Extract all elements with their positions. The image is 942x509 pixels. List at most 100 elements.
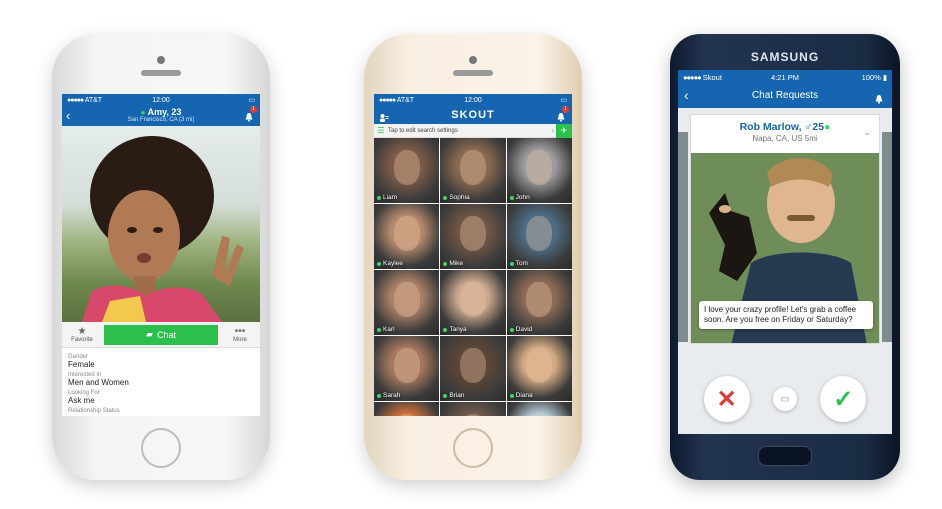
profile-screen: ●●●●● AT&T 12:00 ▭ ‹ ● Amy, 23 San Franc…: [62, 94, 260, 416]
user-tile[interactable]: Kaylee: [374, 204, 440, 269]
user-tile[interactable]: Sarah: [374, 336, 440, 401]
profile-action-bar: ★ Favorite ▰ Chat ••• More: [62, 322, 260, 348]
user-grid: Liam Sophia John Kaylee Mike Tom Karl Tanya Davi…: [374, 138, 572, 416]
speaker: [141, 70, 181, 76]
user-tile[interactable]: Brian: [440, 336, 506, 401]
status-bar: ●●●●● AT&T 12:00 ▭: [374, 94, 572, 106]
notifications-button[interactable]: [874, 91, 884, 104]
message-button[interactable]: ▭: [772, 387, 797, 411]
bell-icon: [875, 95, 883, 104]
info-value-gender: Female: [68, 360, 95, 369]
chevron-right-icon: ›: [551, 126, 554, 135]
sliders-icon: ☰: [377, 126, 385, 135]
user-name: Kaylee: [383, 260, 403, 267]
skout-logo: SKOUT: [451, 109, 495, 121]
user-name: Karl: [383, 326, 395, 333]
profile-location: San Francisco, CA (3 mi): [127, 117, 195, 123]
online-dot: [377, 327, 381, 332]
user-photo: [526, 347, 553, 384]
more-dots-icon: •••: [234, 325, 246, 337]
chevron-down-icon[interactable]: ⌄: [863, 127, 871, 138]
star-icon: ★: [77, 325, 87, 337]
user-tile-name: Diana: [509, 392, 533, 399]
user-tile[interactable]: [374, 402, 440, 416]
user-photo: [526, 413, 553, 416]
profile-info: Gender Female Interested In Men and Wome…: [62, 348, 260, 416]
favorite-button[interactable]: ★ Favorite: [62, 325, 102, 343]
browse-screen: ●●●●● AT&T 12:00 ▭ SKOUT 1 ☰ Tap to edit…: [374, 94, 572, 416]
user-photo: [459, 413, 487, 416]
plane-icon: ✈: [560, 126, 568, 135]
user-tile[interactable]: Tom: [506, 204, 572, 269]
chat-button[interactable]: ▰ Chat: [104, 324, 218, 345]
bell-icon: [557, 113, 565, 122]
front-camera: [157, 56, 165, 64]
home-button[interactable]: [453, 428, 493, 468]
user-tile[interactable]: Mike: [440, 204, 506, 269]
request-card[interactable]: Rob Marlow, ♂25● Napa, CA, US 5mi ⌄ I lo…: [690, 114, 880, 344]
iphone-profile: ●●●●● AT&T 12:00 ▭ ‹ ● Amy, 23 San Franc…: [52, 34, 270, 480]
browse-header: SKOUT 1: [374, 106, 572, 124]
requester-location: Napa, CA, US 5mi: [752, 134, 818, 143]
user-name: Sarah: [383, 392, 401, 399]
more-label: More: [233, 336, 247, 343]
user-tile-name: Kaylee: [377, 260, 403, 267]
user-tile[interactable]: Liam: [374, 138, 440, 203]
clock: 4:21 PM: [771, 72, 799, 82]
requester-photo: I love your crazy profile! Let's grab a …: [691, 153, 879, 343]
profile-name: ● Amy, 23: [140, 107, 182, 117]
user-photo: [459, 347, 487, 384]
galaxy-chat-requests: SAMSUNG ●●●●● Skout 4:21 PM 100% ▮ ‹ Cha…: [670, 34, 900, 480]
user-name: Mike: [449, 260, 464, 267]
favorite-label: Favorite: [71, 336, 93, 343]
info-value-interested: Men and Women: [68, 378, 129, 387]
online-dot: [377, 261, 381, 266]
check-icon: ✓: [833, 385, 854, 413]
close-icon: ✕: [716, 385, 737, 413]
user-tile[interactable]: Karl: [374, 270, 440, 335]
app-showcase: ●●●●● AT&T 12:00 ▭ ‹ ● Amy, 23 San Franc…: [0, 0, 942, 509]
notifications-button[interactable]: 1: [556, 106, 569, 122]
user-tile-name: Brian: [443, 392, 465, 399]
status-bar: ●●●●● AT&T 12:00 ▭: [62, 94, 260, 106]
chat-bubble-icon: ▭: [780, 393, 790, 405]
online-dot: [509, 261, 514, 266]
info-value-looking: Ask me: [68, 396, 95, 405]
iphone-browse: ●●●●● AT&T 12:00 ▭ SKOUT 1 ☰ Tap to edit…: [364, 34, 582, 480]
user-tile[interactable]: [506, 402, 572, 416]
home-button[interactable]: [141, 428, 181, 468]
user-tile-name: Mike: [443, 260, 463, 267]
online-dot: [509, 195, 514, 200]
online-dot: [377, 393, 381, 398]
user-tile-name: David: [509, 326, 532, 333]
decline-button[interactable]: ✕: [703, 376, 750, 422]
profile-photo[interactable]: [62, 126, 260, 322]
home-button[interactable]: [758, 446, 812, 466]
user-tile[interactable]: [440, 402, 506, 416]
more-button[interactable]: ••• More: [220, 325, 260, 343]
user-tile[interactable]: Sophia: [440, 138, 506, 203]
user-tile[interactable]: Diana: [506, 336, 572, 401]
user-tile-name: John: [509, 194, 530, 201]
user-tile[interactable]: John: [506, 138, 572, 203]
user-photo: [393, 413, 420, 416]
samsung-logo: SAMSUNG: [750, 50, 820, 64]
travel-button[interactable]: ✈: [556, 124, 572, 138]
search-settings-bar[interactable]: ☰ Tap to edit search settings › ✈: [374, 124, 572, 138]
chat-requests-header: ‹ Chat Requests: [678, 84, 892, 108]
online-dot: [509, 393, 514, 398]
accept-button[interactable]: ✓: [820, 376, 867, 422]
user-tile-name: Sophia: [443, 194, 470, 201]
profile-photo-art: [82, 136, 244, 322]
request-card-stack: Rob Marlow, ♂25● Napa, CA, US 5mi ⌄ I lo…: [678, 114, 892, 346]
search-settings-text: Tap to edit search settings: [388, 127, 458, 134]
online-dot: [443, 327, 448, 332]
card-behind-right: [882, 132, 892, 342]
user-name: Tom: [515, 260, 528, 267]
notifications-button[interactable]: 1: [244, 106, 257, 122]
user-tile[interactable]: Tanya: [440, 270, 506, 335]
notification-badge: 1: [250, 106, 257, 113]
user-name: Liam: [383, 194, 398, 201]
user-photo: [459, 281, 487, 318]
user-tile[interactable]: David: [506, 270, 572, 335]
